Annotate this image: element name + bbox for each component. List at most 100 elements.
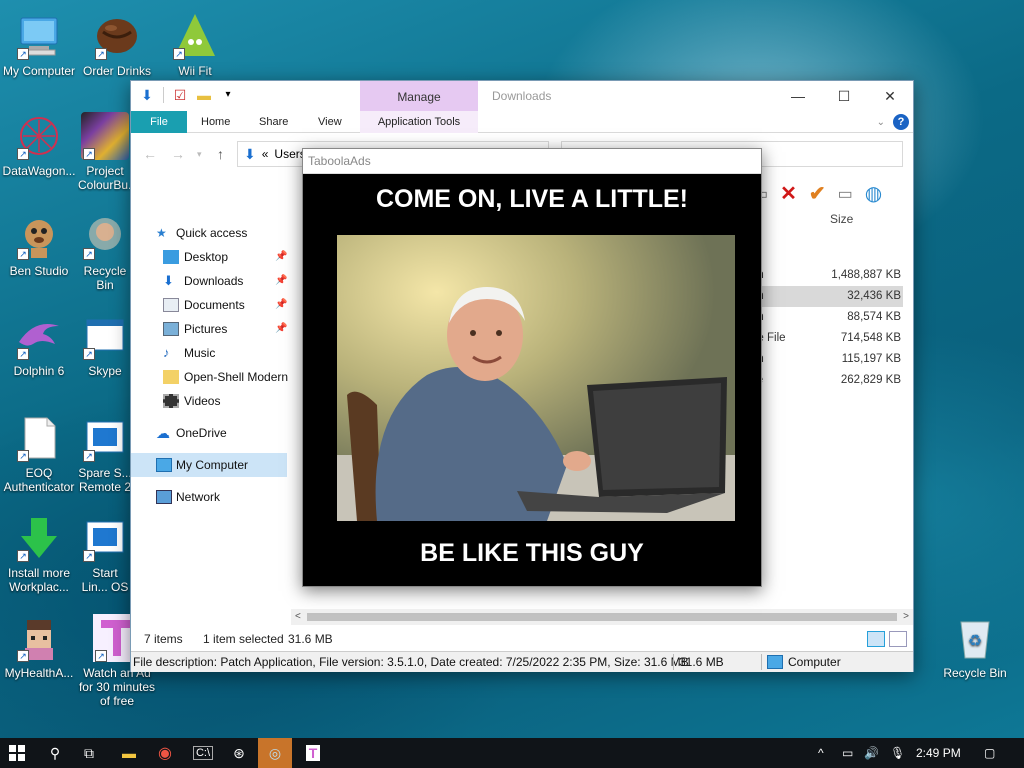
tab-share[interactable]: Share bbox=[245, 111, 302, 133]
nav-music[interactable]: ♪ Music bbox=[131, 341, 291, 365]
aperture-icon: ⊛ bbox=[233, 744, 245, 761]
search-icon: ⚲ bbox=[49, 744, 61, 761]
desktop-icon-dolphin[interactable]: ↗ Dolphin 6 bbox=[0, 308, 78, 378]
pin-icon[interactable]: 📌 bbox=[275, 293, 287, 317]
file-row-selected[interactable]: on 32,436 KB bbox=[751, 286, 903, 307]
nav-quick-access[interactable]: ★ Quick access bbox=[131, 221, 291, 245]
desktop-icon-myhealth[interactable]: ↗ MyHealthA... bbox=[0, 610, 78, 680]
taboola-ad-popup[interactable]: TaboolaAds COME ON, LIVE A LITTLE! BE LI… bbox=[302, 148, 762, 587]
network-tray-icon[interactable]: ▭ bbox=[842, 738, 853, 768]
file-row[interactable]: ge File 714,548 KB bbox=[751, 328, 903, 349]
manage-tab[interactable]: Manage bbox=[360, 81, 478, 111]
notifications-icon[interactable]: ▢ bbox=[984, 738, 995, 768]
taskbar-explorer[interactable]: ▬ bbox=[112, 738, 146, 768]
title-bar[interactable]: ⬇ ☑ ▬ ▾ Manage Downloads — ☐ ✕ bbox=[131, 81, 913, 111]
volume-icon[interactable]: 🔊 bbox=[864, 738, 879, 768]
scroll-right-icon[interactable]: > bbox=[903, 609, 909, 625]
taskbar-taboola[interactable]: T bbox=[296, 738, 330, 768]
desktop-icon-install-workplace[interactable]: ↗ Install more Workplac... bbox=[0, 510, 78, 594]
show-hidden-icons[interactable]: ^ bbox=[818, 738, 824, 768]
help-icon[interactable]: ? bbox=[893, 114, 909, 130]
nav-label: Quick access bbox=[176, 226, 248, 240]
download-icon[interactable]: ⬇ bbox=[139, 87, 155, 103]
expand-ribbon-icon[interactable]: ⌄ bbox=[877, 117, 885, 128]
desktop-icon-recycle[interactable]: ↗ Recycle Bin bbox=[78, 208, 132, 292]
new-folder-icon[interactable]: ▬ bbox=[196, 87, 212, 103]
file-row[interactable]: on 115,197 KB bbox=[751, 349, 903, 370]
dog-icon: ↗ bbox=[15, 212, 63, 260]
ad-photo[interactable] bbox=[337, 235, 735, 521]
nav-open-shell[interactable]: Open-Shell Modern bbox=[131, 365, 291, 389]
start-button[interactable] bbox=[0, 738, 34, 768]
tab-application-tools[interactable]: Application Tools bbox=[360, 111, 478, 133]
icon-label: Order Drinks bbox=[82, 64, 151, 78]
nav-pictures[interactable]: Pictures 📌 bbox=[131, 317, 291, 341]
chevron-down-icon[interactable]: ▾ bbox=[220, 87, 236, 103]
microphone-icon[interactable]: 🎙 bbox=[890, 738, 905, 768]
tab-home[interactable]: Home bbox=[187, 111, 244, 133]
download-icon: ⬇ bbox=[163, 273, 174, 288]
file-row[interactable]: r bbox=[751, 391, 903, 412]
nav-network[interactable]: Network bbox=[131, 485, 291, 509]
nav-videos[interactable]: Videos bbox=[131, 389, 291, 413]
maximize-button[interactable]: ☐ bbox=[821, 81, 867, 111]
details-view-button[interactable] bbox=[867, 631, 885, 647]
tab-view[interactable]: View bbox=[304, 111, 356, 133]
nav-label: Open-Shell Modern bbox=[184, 370, 289, 384]
window-app-icon: ↗ bbox=[81, 414, 129, 462]
project-colour-icon: ↗ bbox=[81, 112, 129, 160]
ad-title-bar[interactable]: TaboolaAds bbox=[303, 149, 761, 174]
close-button[interactable]: ✕ bbox=[867, 81, 913, 111]
dolphin-icon: ↗ bbox=[15, 312, 63, 360]
desktop-icon-spare[interactable]: ↗ Spare S... Remote 2 bbox=[78, 410, 132, 494]
desktop-icon-my-computer[interactable]: ↗ My Computer bbox=[0, 8, 78, 78]
desktop-icon-wii-fit[interactable]: ↗ Wii Fit Reminder bbox=[156, 8, 234, 80]
recent-chevron-icon[interactable]: ▾ bbox=[197, 149, 202, 160]
desktop-icon-project-colourbu[interactable]: ↗ Project ColourBu... bbox=[78, 108, 132, 192]
task-view-button[interactable]: ⧉ bbox=[72, 738, 106, 768]
forward-arrow-icon[interactable]: → bbox=[171, 146, 185, 162]
scroll-left-icon[interactable]: < bbox=[295, 609, 301, 625]
globe-icon[interactable]: ◍ bbox=[865, 181, 882, 206]
file-row[interactable]: on 1,488,887 KB bbox=[751, 265, 903, 286]
desktop-icon-skype[interactable]: ↗ Skype bbox=[78, 308, 132, 378]
taskbar-app[interactable]: ⊛ bbox=[222, 738, 256, 768]
scrollbar-thumb[interactable] bbox=[307, 613, 897, 621]
desktop-folder-icon bbox=[163, 250, 179, 264]
taskbar-active-app[interactable]: ◎ bbox=[258, 738, 292, 768]
back-arrow-icon[interactable]: ← bbox=[143, 146, 157, 162]
nav-onedrive[interactable]: ☁ OneDrive bbox=[131, 421, 291, 445]
tab-file[interactable]: File bbox=[131, 111, 187, 133]
minimize-button[interactable]: — bbox=[775, 81, 821, 111]
file-row[interactable]: ve 262,829 KB bbox=[751, 370, 903, 391]
pin-icon[interactable]: 📌 bbox=[275, 269, 287, 293]
search-button[interactable]: ⚲ bbox=[38, 738, 72, 768]
nav-downloads[interactable]: ⬇ Downloads 📌 bbox=[131, 269, 291, 293]
pin-icon[interactable]: 📌 bbox=[275, 317, 287, 341]
desktop-icon-eoq[interactable]: ↗ EOQ Authenticator bbox=[0, 410, 78, 494]
horizontal-scrollbar[interactable]: < > bbox=[291, 609, 913, 625]
desktop-icon-datawagon[interactable]: ↗ DataWagon... bbox=[0, 108, 78, 178]
column-header-size[interactable]: Size bbox=[830, 212, 853, 226]
up-arrow-icon[interactable]: ↑ bbox=[217, 146, 224, 162]
checkmark-icon[interactable]: ✔ bbox=[809, 181, 826, 206]
clock[interactable]: 2:49 PM bbox=[916, 738, 961, 768]
desktop-icon-start-linux[interactable]: ↗ Start Lin... OS bbox=[78, 510, 132, 594]
desktop-icon-ben-studio[interactable]: ↗ Ben Studio bbox=[0, 208, 78, 278]
file-row[interactable]: on 88,574 KB bbox=[751, 307, 903, 328]
chrome-icon: ◉ bbox=[158, 745, 172, 762]
card-icon[interactable]: ▭ bbox=[838, 184, 853, 204]
nav-documents[interactable]: Documents 📌 bbox=[131, 293, 291, 317]
pin-icon[interactable]: 📌 bbox=[275, 245, 287, 269]
datawagon-icon: ↗ bbox=[15, 112, 63, 160]
nav-desktop[interactable]: Desktop 📌 bbox=[131, 245, 291, 269]
desktop-icon-recycle-bin[interactable]: ♻ Recycle Bin bbox=[936, 610, 1014, 680]
taskbar-chrome[interactable]: ◉ bbox=[148, 738, 182, 768]
taskbar-terminal[interactable]: C:\ bbox=[186, 738, 220, 768]
delete-x-icon[interactable]: ✕ bbox=[780, 181, 797, 206]
properties-icon[interactable]: ☑ bbox=[172, 87, 188, 103]
large-icons-view-button[interactable] bbox=[889, 631, 907, 647]
desktop-icon-order-drinks[interactable]: ↗ Order Drinks bbox=[78, 8, 156, 78]
nav-my-computer[interactable]: My Computer bbox=[131, 453, 287, 477]
terminal-icon: C:\ bbox=[192, 746, 214, 760]
